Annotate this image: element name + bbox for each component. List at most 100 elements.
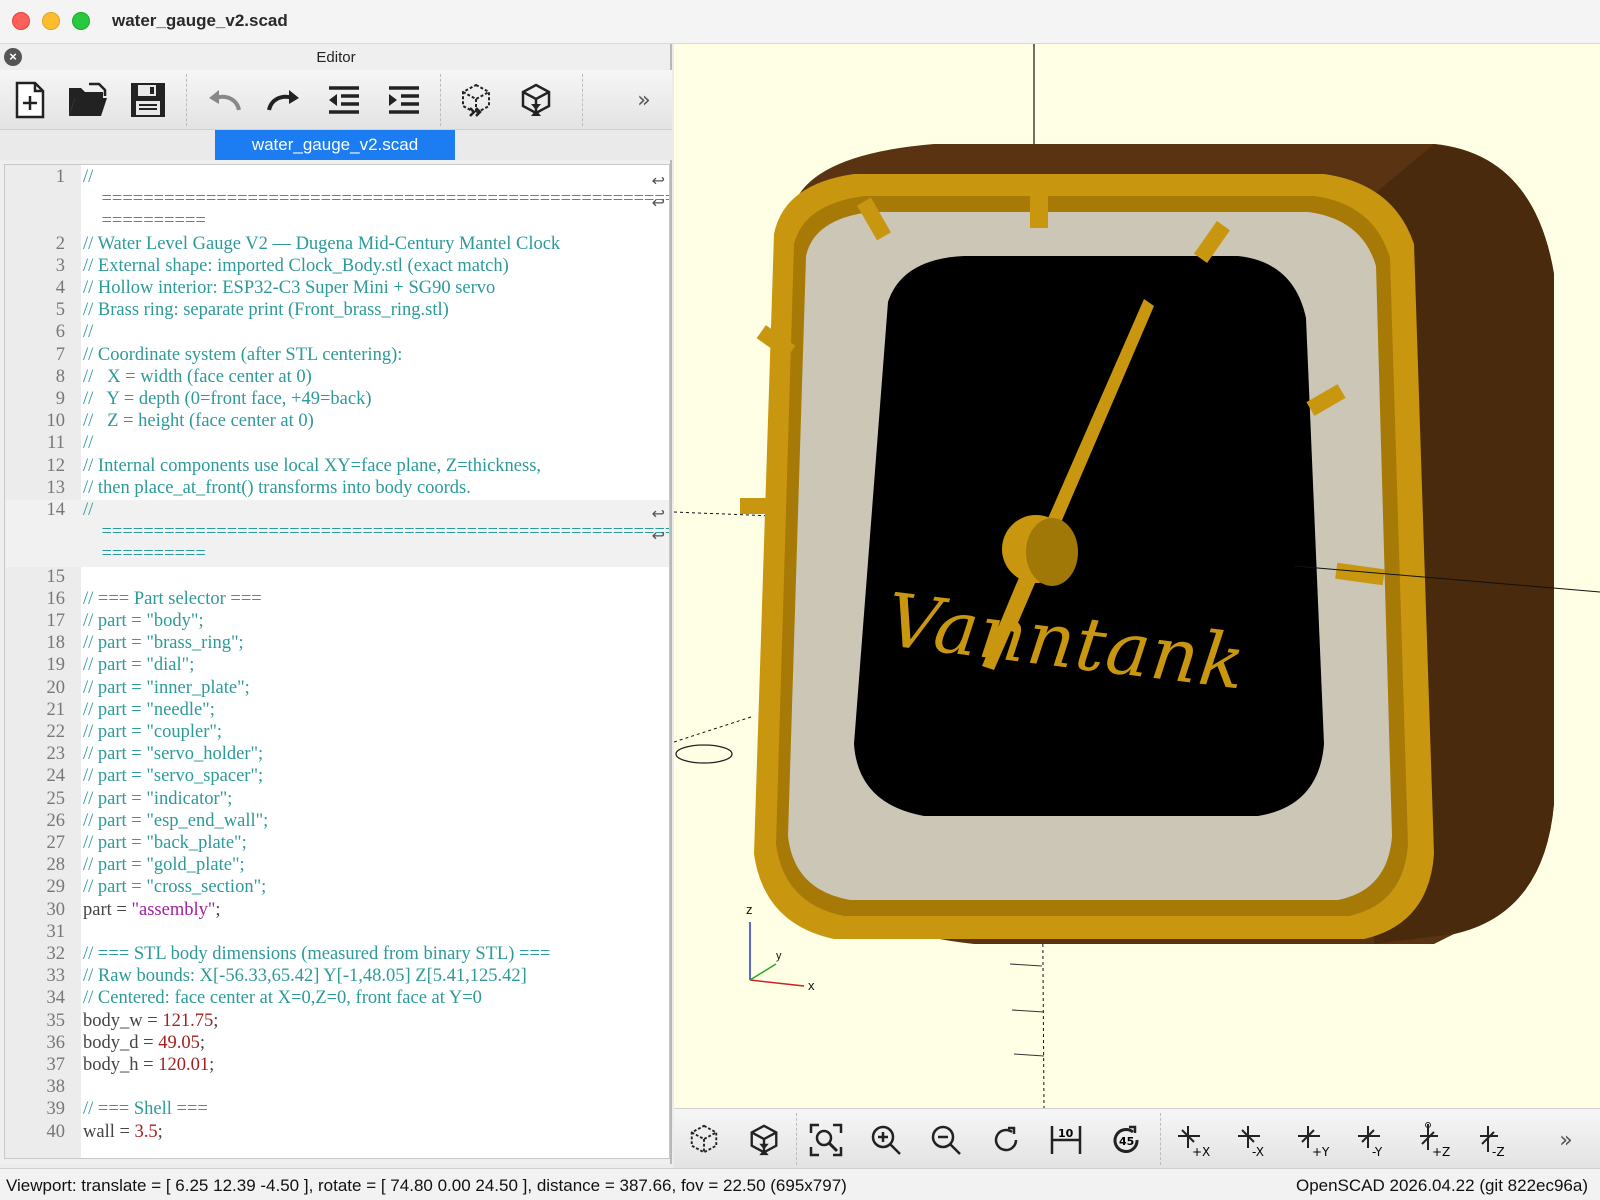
code-line[interactable]: 18 // part = "brass_ring"; — [5, 633, 669, 655]
more-tools-icon[interactable]: » — [626, 78, 662, 122]
svg-text:45: 45 — [1119, 1135, 1134, 1148]
code-line[interactable]: 2 // Water Level Gauge V2 — Dugena Mid-Ce… — [5, 234, 669, 256]
more-view-tools-icon[interactable]: » — [1546, 1119, 1586, 1161]
toolbar-separator — [796, 1113, 797, 1165]
zoom-out-icon[interactable] — [924, 1119, 968, 1161]
code-line[interactable]: 10 // Z = height (face center at 0) — [5, 411, 669, 433]
file-tab[interactable]: water_gauge_v2.scad — [215, 130, 455, 160]
reset-view-icon[interactable] — [984, 1119, 1028, 1161]
preview-icon[interactable] — [454, 78, 498, 122]
toolbar-separator — [1160, 1113, 1161, 1165]
code-text: part = "assembly"; — [83, 900, 221, 921]
code-line[interactable]: ========== — [5, 544, 669, 567]
line-number: 25 — [46, 788, 66, 809]
line-number: 20 — [46, 677, 66, 698]
line-number: 38 — [46, 1077, 66, 1098]
new-file-icon[interactable] — [8, 78, 52, 122]
indent-icon[interactable] — [382, 78, 426, 122]
code-line[interactable]: 3 // External shape: imported Clock_Body.… — [5, 256, 669, 278]
undo-icon[interactable] — [202, 78, 246, 122]
line-number: 18 — [46, 633, 66, 654]
code-line[interactable]: 7 // Coordinate system (after STL centeri… — [5, 345, 669, 367]
code-line[interactable]: 27 // part = "back_plate"; — [5, 833, 669, 855]
rotate-45-icon[interactable]: 45 — [1104, 1119, 1148, 1161]
code-line[interactable]: 40 wall = 3.5; — [5, 1121, 669, 1144]
code-token: ; — [213, 1010, 219, 1031]
unindent-icon[interactable] — [322, 78, 366, 122]
view-top-icon[interactable]: +Z — [1412, 1119, 1456, 1161]
code-text: // Brass ring: separate print (Front_bra… — [83, 300, 449, 321]
code-line[interactable]: 16 // === Part selector === — [5, 589, 669, 611]
code-line[interactable]: 11 // — [5, 433, 669, 455]
code-line[interactable]: 28 // part = "gold_plate"; — [5, 855, 669, 877]
code-line[interactable]: 23 // part = "servo_holder"; — [5, 744, 669, 766]
code-text: // === Shell === — [83, 1099, 208, 1120]
code-line[interactable]: 30 part = "assembly"; — [5, 900, 669, 922]
code-text: // — [83, 500, 94, 520]
code-line[interactable]: 8 // X = width (face center at 0) — [5, 367, 669, 389]
line-number: 37 — [46, 1055, 66, 1075]
code-line[interactable]: 12 // Internal components use local XY=fa… — [5, 456, 669, 478]
preview-icon[interactable] — [682, 1119, 726, 1161]
status-bar: Viewport: translate = [ 6.25 12.39 -4.50… — [0, 1168, 1600, 1200]
code-line[interactable]: 14 // — [5, 500, 669, 523]
y-axis-line — [674, 715, 755, 743]
view-back-icon[interactable]: +Y — [1292, 1119, 1336, 1161]
code-line[interactable]: 13 // then place_at_front() transforms in… — [5, 478, 669, 500]
code-line[interactable]: ========== — [5, 211, 669, 233]
code-token: ; — [157, 1121, 163, 1142]
code-line[interactable]: 36 body_d = 49.05; — [5, 1032, 669, 1055]
code-line[interactable]: 21 // part = "needle"; — [5, 700, 669, 722]
code-line[interactable]: 25 // part = "indicator"; — [5, 788, 669, 811]
code-line[interactable]: 4 // Hollow interior: ESP32-C3 Super Mini… — [5, 278, 669, 300]
view-all-icon[interactable] — [804, 1119, 848, 1161]
code-token: 49.05 — [158, 1032, 200, 1053]
zoom-in-icon[interactable] — [864, 1119, 908, 1161]
code-line[interactable]: 5 // Brass ring: separate print (Front_br… — [5, 300, 669, 322]
code-line[interactable]: 31 — [5, 922, 669, 944]
open-file-icon[interactable] — [66, 78, 110, 122]
code-line[interactable]: 1 // — [5, 167, 669, 189]
code-editor[interactable]: 1// ====================================… — [4, 164, 670, 1159]
code-line[interactable]: 35 body_w = 121.75; — [5, 1010, 669, 1033]
code-text: // — [83, 433, 94, 454]
code-line[interactable]: 39 // === Shell === — [5, 1099, 669, 1121]
view-left-icon[interactable]: -X — [1232, 1119, 1276, 1161]
code-line[interactable]: 19 // part = "dial"; — [5, 655, 669, 677]
window-zoom-button[interactable] — [72, 12, 90, 30]
render-icon[interactable] — [514, 78, 558, 122]
view-front-icon[interactable]: -Y — [1352, 1119, 1396, 1161]
code-line[interactable]: 17 // part = "body"; — [5, 611, 669, 633]
window-close-button[interactable] — [12, 12, 30, 30]
code-line[interactable]: 37 body_h = 120.01; — [5, 1055, 669, 1077]
wrap-marker-icon: ↩ — [651, 526, 665, 545]
render-icon[interactable] — [742, 1119, 786, 1161]
marker-9 — [740, 498, 786, 514]
editor-toolbar: » — [0, 70, 672, 130]
axis-label-y: y — [776, 950, 782, 962]
view-bottom-icon[interactable]: -Z — [1472, 1119, 1516, 1161]
code-line[interactable]: 29 // part = "cross_section"; — [5, 877, 669, 899]
code-line[interactable]: ========================================… — [5, 522, 669, 545]
line-number: 35 — [46, 1010, 66, 1031]
window-minimize-button[interactable] — [42, 12, 60, 30]
code-line[interactable]: 26 // part = "esp_end_wall"; — [5, 811, 669, 833]
code-line[interactable]: 20 // part = "inner_plate"; — [5, 677, 669, 700]
code-line[interactable]: ========================================… — [5, 189, 670, 211]
redo-icon[interactable] — [262, 78, 306, 122]
code-line[interactable]: 24 // part = "servo_spacer"; — [5, 766, 669, 788]
code-line[interactable]: 32 // === STL body dimensions (measured f… — [5, 944, 669, 966]
code-line[interactable]: 15 — [5, 567, 669, 589]
3d-viewport[interactable]: Vanntank z y x — [674, 44, 1600, 1108]
code-line[interactable]: 34 // Centered: face center at X=0,Z=0, f… — [5, 988, 669, 1010]
line-number: 24 — [46, 766, 66, 787]
save-file-icon[interactable] — [126, 78, 170, 122]
view-right-icon[interactable]: +X — [1172, 1119, 1216, 1161]
code-line[interactable]: 6 // — [5, 322, 669, 344]
code-line[interactable]: 38 — [5, 1077, 669, 1099]
ruler-icon[interactable]: 10 — [1044, 1119, 1088, 1161]
code-text: // part = "inner_plate"; — [83, 677, 250, 698]
code-line[interactable]: 9 // Y = depth (0=front face, +49=back) — [5, 389, 669, 411]
code-line[interactable]: 22 // part = "coupler"; — [5, 722, 669, 744]
code-line[interactable]: 33 // Raw bounds: X[-56.33,65.42] Y[-1,48… — [5, 966, 669, 988]
